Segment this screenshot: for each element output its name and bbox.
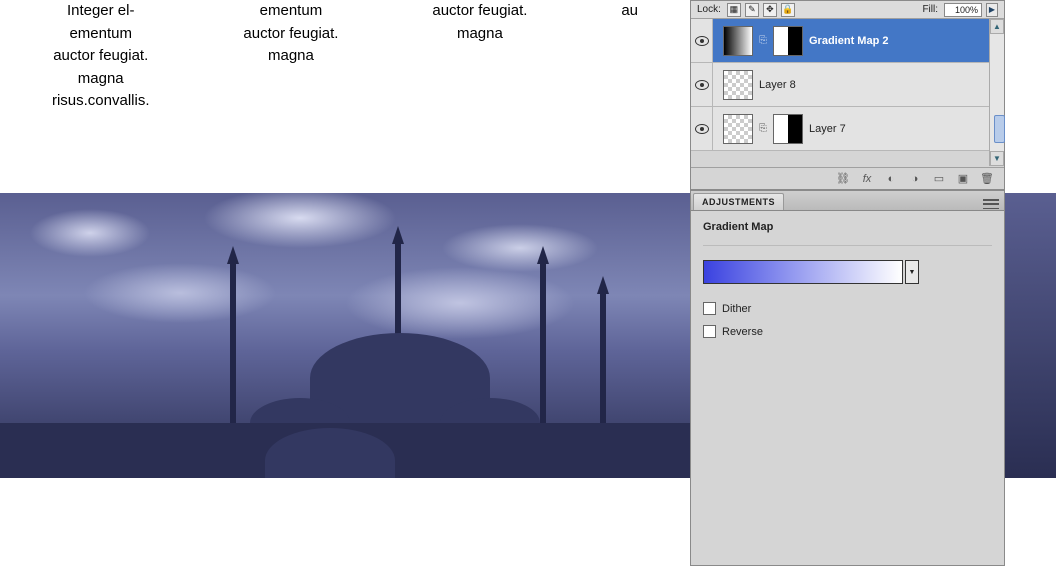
layer-name[interactable]: Gradient Map 2: [809, 35, 888, 47]
layer-row-layer-8[interactable]: Layer 8: [691, 63, 1004, 107]
new-layer-icon[interactable]: ▣: [956, 172, 970, 186]
reverse-checkbox[interactable]: [703, 325, 716, 338]
layer-visibility-toggle[interactable]: [691, 107, 713, 150]
layer-row-gradient-map-2[interactable]: ⎘ Gradient Map 2: [691, 19, 1004, 63]
tab-adjustments[interactable]: ADJUSTMENTS: [693, 193, 784, 210]
lock-paint-button[interactable]: ✎: [745, 3, 759, 17]
eye-icon: [695, 124, 709, 134]
dither-label: Dither: [722, 303, 751, 315]
layer-thumbnail[interactable]: [723, 26, 753, 56]
gradient-preview[interactable]: [703, 260, 903, 284]
link-icon: ⎘: [759, 35, 767, 46]
scroll-up-icon[interactable]: ▲: [990, 19, 1004, 34]
divider: [703, 245, 992, 246]
text-col-2: ementum auctor feugiat. magna: [243, 0, 338, 113]
scroll-down-icon[interactable]: ▼: [990, 151, 1004, 166]
canvas-image-overflow: [1005, 193, 1056, 478]
fill-label: Fill:: [922, 4, 938, 15]
panel-collapse-tab[interactable]: [994, 115, 1005, 143]
dither-checkbox[interactable]: [703, 302, 716, 315]
fill-dropdown-icon[interactable]: ▶: [986, 3, 998, 17]
fill-value-input[interactable]: 100%: [944, 3, 982, 17]
layer-mask-thumbnail[interactable]: [773, 26, 803, 56]
link-layers-icon[interactable]: ⛓: [836, 172, 850, 186]
lock-all-button[interactable]: 🔒: [781, 3, 795, 17]
adjustments-tabs: ADJUSTMENTS: [691, 191, 1004, 211]
new-group-icon[interactable]: ▭: [932, 172, 946, 186]
text-col-3: auctor feugiat. magna: [432, 0, 527, 113]
reverse-option[interactable]: Reverse: [703, 325, 992, 338]
layer-thumbnail[interactable]: [723, 70, 753, 100]
lock-transparency-button[interactable]: ▦: [727, 3, 741, 17]
layer-mask-icon[interactable]: ◐: [884, 172, 898, 186]
lock-position-button[interactable]: ✥: [763, 3, 777, 17]
text-col-1: Integer el- ementum auctor feugiat. magn…: [52, 0, 150, 113]
panel-menu-icon[interactable]: [982, 198, 1000, 210]
adjustments-panel: ADJUSTMENTS Gradient Map ▼ Dither Revers…: [690, 190, 1005, 566]
eye-icon: [695, 36, 709, 46]
text-columns: Integer el- ementum auctor feugiat. magn…: [0, 0, 690, 113]
adjustment-title: Gradient Map: [703, 221, 992, 233]
canvas-image[interactable]: [0, 193, 690, 478]
layer-name[interactable]: Layer 7: [809, 123, 846, 135]
eye-icon: [695, 80, 709, 90]
layers-footer: ⛓ fx ◐ ◑ ▭ ▣ 🗑: [691, 167, 1004, 189]
layers-list: ⎘ Gradient Map 2 Layer 8 ⎘ Layer 7 ▲ ▼: [691, 19, 1004, 166]
adjustment-layer-icon[interactable]: ◑: [908, 172, 922, 186]
lock-label: Lock:: [697, 4, 721, 15]
reverse-label: Reverse: [722, 326, 763, 338]
layer-visibility-toggle[interactable]: [691, 63, 713, 106]
layer-mask-thumbnail[interactable]: [773, 114, 803, 144]
text-col-4: au: [621, 0, 638, 113]
link-icon: ⎘: [759, 123, 767, 134]
layers-lock-bar: Lock: ▦ ✎ ✥ 🔒 Fill: 100% ▶: [691, 1, 1004, 19]
layer-fx-icon[interactable]: fx: [860, 172, 874, 186]
layer-name[interactable]: Layer 8: [759, 79, 796, 91]
document-canvas[interactable]: Integer el- ementum auctor feugiat. magn…: [0, 0, 690, 566]
layers-scrollbar[interactable]: ▲ ▼: [989, 19, 1004, 166]
gradient-dropdown-icon[interactable]: ▼: [905, 260, 919, 284]
layer-row-layer-7[interactable]: ⎘ Layer 7: [691, 107, 1004, 151]
dither-option[interactable]: Dither: [703, 302, 992, 315]
delete-layer-icon[interactable]: 🗑: [980, 172, 994, 186]
layer-visibility-toggle[interactable]: [691, 19, 713, 62]
layer-thumbnail[interactable]: [723, 114, 753, 144]
layers-panel: Lock: ▦ ✎ ✥ 🔒 Fill: 100% ▶ ⎘ Gradient Ma…: [690, 0, 1005, 190]
